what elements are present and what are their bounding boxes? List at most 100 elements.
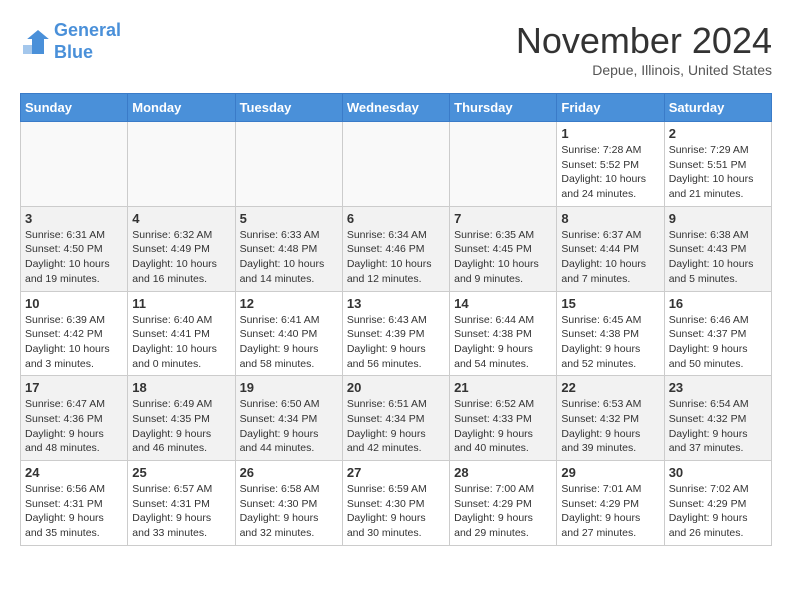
calendar-cell <box>450 122 557 207</box>
day-info: Sunrise: 6:47 AM Sunset: 4:36 PM Dayligh… <box>25 397 123 456</box>
day-number: 5 <box>240 211 338 226</box>
calendar-cell: 13 Sunrise: 6:43 AM Sunset: 4:39 PM Dayli… <box>342 291 449 376</box>
day-info: Sunrise: 6:33 AM Sunset: 4:48 PM Dayligh… <box>240 228 338 287</box>
day-number: 7 <box>454 211 552 226</box>
day-number: 11 <box>132 296 230 311</box>
calendar-cell: 16 Sunrise: 6:46 AM Sunset: 4:37 PM Dayli… <box>664 291 771 376</box>
calendar-cell <box>128 122 235 207</box>
calendar-cell: 30 Sunrise: 7:02 AM Sunset: 4:29 PM Dayli… <box>664 461 771 546</box>
day-header-friday: Friday <box>557 94 664 122</box>
calendar-cell: 12 Sunrise: 6:41 AM Sunset: 4:40 PM Dayli… <box>235 291 342 376</box>
day-number: 20 <box>347 380 445 395</box>
calendar-cell: 8Sunrise: 6:37 AM Sunset: 4:44 PM Daylig… <box>557 206 664 291</box>
day-info: Sunrise: 6:56 AM Sunset: 4:31 PM Dayligh… <box>25 482 123 541</box>
day-info: Sunrise: 6:31 AM Sunset: 4:50 PM Dayligh… <box>25 228 123 287</box>
logo: General Blue <box>20 20 121 63</box>
day-info: Sunrise: 6:41 AM Sunset: 4:40 PM Dayligh… <box>240 313 338 372</box>
calendar-cell: 17 Sunrise: 6:47 AM Sunset: 4:36 PM Dayli… <box>21 376 128 461</box>
calendar-cell: 5 Sunrise: 6:33 AM Sunset: 4:48 PM Daylig… <box>235 206 342 291</box>
day-number: 17 <box>25 380 123 395</box>
day-info: Sunrise: 6:32 AM Sunset: 4:49 PM Dayligh… <box>132 228 230 287</box>
calendar-cell <box>235 122 342 207</box>
day-info: Sunrise: 7:01 AM Sunset: 4:29 PM Dayligh… <box>561 482 659 541</box>
day-header-saturday: Saturday <box>664 94 771 122</box>
day-number: 1 <box>561 126 659 141</box>
day-info: Sunrise: 6:43 AM Sunset: 4:39 PM Dayligh… <box>347 313 445 372</box>
day-info: Sunrise: 6:46 AM Sunset: 4:37 PM Dayligh… <box>669 313 767 372</box>
calendar-cell: 28 Sunrise: 7:00 AM Sunset: 4:29 PM Dayli… <box>450 461 557 546</box>
calendar-cell: 26 Sunrise: 6:58 AM Sunset: 4:30 PM Dayli… <box>235 461 342 546</box>
calendar-cell <box>342 122 449 207</box>
day-number: 21 <box>454 380 552 395</box>
day-header-wednesday: Wednesday <box>342 94 449 122</box>
day-info: Sunrise: 6:35 AM Sunset: 4:45 PM Dayligh… <box>454 228 552 287</box>
day-number: 18 <box>132 380 230 395</box>
day-info: Sunrise: 6:40 AM Sunset: 4:41 PM Dayligh… <box>132 313 230 372</box>
day-number: 14 <box>454 296 552 311</box>
day-number: 28 <box>454 465 552 480</box>
day-info: Sunrise: 6:37 AM Sunset: 4:44 PM Dayligh… <box>561 228 659 287</box>
calendar-cell <box>21 122 128 207</box>
day-info: Sunrise: 6:50 AM Sunset: 4:34 PM Dayligh… <box>240 397 338 456</box>
calendar-table: SundayMondayTuesdayWednesdayThursdayFrid… <box>20 93 772 546</box>
calendar-cell: 29 Sunrise: 7:01 AM Sunset: 4:29 PM Dayli… <box>557 461 664 546</box>
day-number: 6 <box>347 211 445 226</box>
day-info: Sunrise: 6:53 AM Sunset: 4:32 PM Dayligh… <box>561 397 659 456</box>
day-header-tuesday: Tuesday <box>235 94 342 122</box>
calendar-cell: 18 Sunrise: 6:49 AM Sunset: 4:35 PM Dayli… <box>128 376 235 461</box>
logo-line1: General <box>54 20 121 40</box>
calendar-cell: 10Sunrise: 6:39 AM Sunset: 4:42 PM Dayli… <box>21 291 128 376</box>
day-number: 27 <box>347 465 445 480</box>
day-info: Sunrise: 6:44 AM Sunset: 4:38 PM Dayligh… <box>454 313 552 372</box>
calendar-cell: 22 Sunrise: 6:53 AM Sunset: 4:32 PM Dayli… <box>557 376 664 461</box>
day-info: Sunrise: 7:00 AM Sunset: 4:29 PM Dayligh… <box>454 482 552 541</box>
day-info: Sunrise: 6:54 AM Sunset: 4:32 PM Dayligh… <box>669 397 767 456</box>
calendar-cell: 25 Sunrise: 6:57 AM Sunset: 4:31 PM Dayli… <box>128 461 235 546</box>
day-info: Sunrise: 6:49 AM Sunset: 4:35 PM Dayligh… <box>132 397 230 456</box>
day-number: 3 <box>25 211 123 226</box>
day-info: Sunrise: 6:34 AM Sunset: 4:46 PM Dayligh… <box>347 228 445 287</box>
calendar-header-row: SundayMondayTuesdayWednesdayThursdayFrid… <box>21 94 772 122</box>
calendar-week-4: 17 Sunrise: 6:47 AM Sunset: 4:36 PM Dayli… <box>21 376 772 461</box>
day-header-monday: Monday <box>128 94 235 122</box>
page: General Blue November 2024 Depue, Illino… <box>0 0 792 566</box>
day-number: 2 <box>669 126 767 141</box>
day-number: 25 <box>132 465 230 480</box>
day-info: Sunrise: 7:29 AM Sunset: 5:51 PM Dayligh… <box>669 143 767 202</box>
logo-icon <box>20 27 50 57</box>
day-number: 23 <box>669 380 767 395</box>
day-info: Sunrise: 6:38 AM Sunset: 4:43 PM Dayligh… <box>669 228 767 287</box>
day-number: 19 <box>240 380 338 395</box>
calendar-cell: 2 Sunrise: 7:29 AM Sunset: 5:51 PM Daylig… <box>664 122 771 207</box>
day-header-sunday: Sunday <box>21 94 128 122</box>
day-info: Sunrise: 7:02 AM Sunset: 4:29 PM Dayligh… <box>669 482 767 541</box>
calendar-week-1: 1Sunrise: 7:28 AM Sunset: 5:52 PM Daylig… <box>21 122 772 207</box>
calendar-cell: 4Sunrise: 6:32 AM Sunset: 4:49 PM Daylig… <box>128 206 235 291</box>
day-info: Sunrise: 6:57 AM Sunset: 4:31 PM Dayligh… <box>132 482 230 541</box>
calendar-cell: 6 Sunrise: 6:34 AM Sunset: 4:46 PM Daylig… <box>342 206 449 291</box>
calendar-cell: 11 Sunrise: 6:40 AM Sunset: 4:41 PM Dayli… <box>128 291 235 376</box>
calendar-cell: 3 Sunrise: 6:31 AM Sunset: 4:50 PM Daylig… <box>21 206 128 291</box>
calendar-week-2: 3 Sunrise: 6:31 AM Sunset: 4:50 PM Daylig… <box>21 206 772 291</box>
day-info: Sunrise: 6:51 AM Sunset: 4:34 PM Dayligh… <box>347 397 445 456</box>
calendar-cell: 20 Sunrise: 6:51 AM Sunset: 4:34 PM Dayli… <box>342 376 449 461</box>
day-number: 30 <box>669 465 767 480</box>
calendar-cell: 21Sunrise: 6:52 AM Sunset: 4:33 PM Dayli… <box>450 376 557 461</box>
day-number: 13 <box>347 296 445 311</box>
day-number: 22 <box>561 380 659 395</box>
day-info: Sunrise: 6:58 AM Sunset: 4:30 PM Dayligh… <box>240 482 338 541</box>
calendar-cell: 14 Sunrise: 6:44 AM Sunset: 4:38 PM Dayli… <box>450 291 557 376</box>
calendar-cell: 15 Sunrise: 6:45 AM Sunset: 4:38 PM Dayli… <box>557 291 664 376</box>
calendar-cell: 27 Sunrise: 6:59 AM Sunset: 4:30 PM Dayli… <box>342 461 449 546</box>
day-number: 15 <box>561 296 659 311</box>
day-info: Sunrise: 6:39 AM Sunset: 4:42 PM Dayligh… <box>25 313 123 372</box>
day-number: 24 <box>25 465 123 480</box>
day-info: Sunrise: 6:59 AM Sunset: 4:30 PM Dayligh… <box>347 482 445 541</box>
calendar-cell: 9Sunrise: 6:38 AM Sunset: 4:43 PM Daylig… <box>664 206 771 291</box>
day-number: 16 <box>669 296 767 311</box>
day-number: 26 <box>240 465 338 480</box>
day-number: 12 <box>240 296 338 311</box>
day-header-thursday: Thursday <box>450 94 557 122</box>
day-number: 29 <box>561 465 659 480</box>
day-info: Sunrise: 6:45 AM Sunset: 4:38 PM Dayligh… <box>561 313 659 372</box>
